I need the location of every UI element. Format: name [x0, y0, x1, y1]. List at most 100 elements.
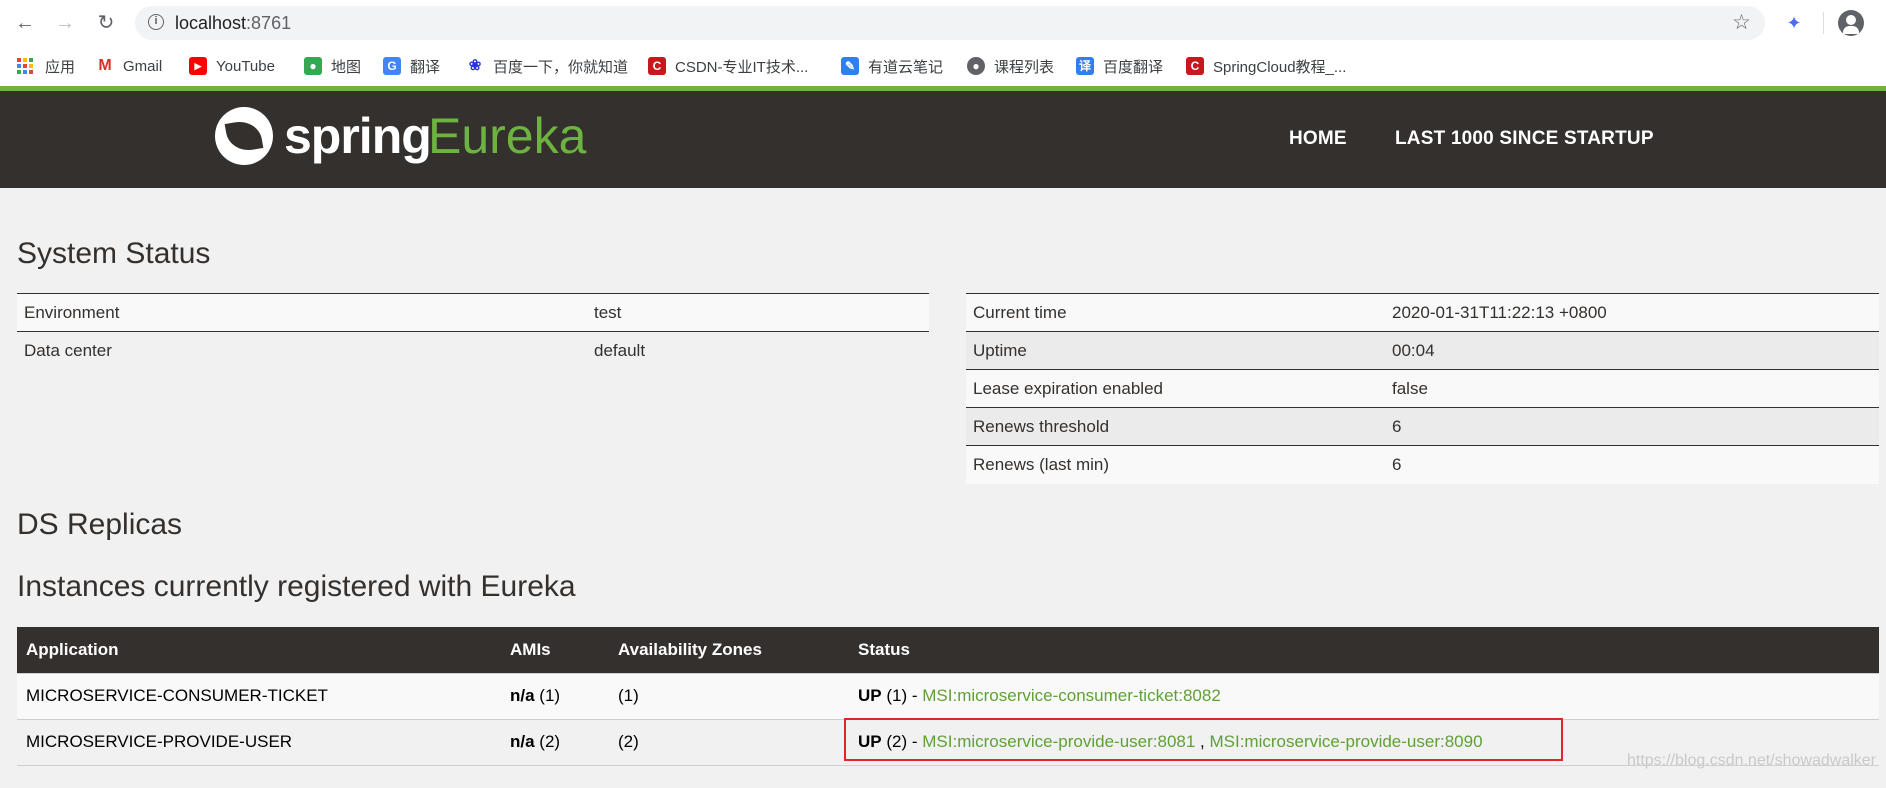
youtube-icon: ▶: [189, 57, 207, 75]
amis-count: (2): [539, 732, 561, 751]
status-value: test: [587, 293, 929, 332]
table-row: Data center default: [17, 331, 929, 370]
bookmark-star-icon[interactable]: ☆: [1732, 10, 1751, 35]
status-value: 6: [1385, 445, 1879, 484]
bookmark-label: 有道云笔记: [868, 58, 944, 76]
status-cell: UP (1) - MSI:microservice-consumer-ticke…: [849, 672, 1879, 719]
bookmark-gmail[interactable]: M Gmail: [96, 55, 162, 77]
column-header-application: Application: [17, 627, 501, 673]
status-value: false: [1385, 369, 1879, 408]
baidu-icon: ❀: [466, 57, 484, 75]
status-up: UP: [858, 686, 882, 705]
zones-cell: (1): [609, 672, 849, 719]
instance-link[interactable]: MSI:microservice-consumer-ticket:8082: [922, 686, 1221, 705]
bookmark-label: Gmail: [123, 57, 163, 75]
status-key: Current time: [966, 293, 1385, 332]
bookmark-course-list[interactable]: ● 课程列表: [967, 55, 1054, 77]
status-value: 00:04: [1385, 331, 1879, 370]
bookmark-baidu-translate[interactable]: 译 百度翻译: [1076, 55, 1163, 77]
watermark-text: https://blog.csdn.net/showadwalker: [1626, 752, 1876, 769]
info-icon[interactable]: i: [148, 14, 164, 30]
column-header-zones: Availability Zones: [609, 627, 849, 673]
system-status-title: System Status: [17, 237, 211, 270]
status-key: Environment: [17, 293, 587, 332]
csdn-icon: C: [648, 57, 666, 75]
back-arrow-icon[interactable]: ←: [11, 9, 39, 37]
bookmark-youdao-note[interactable]: ✎ 有道云笔记: [841, 55, 943, 77]
gmail-icon: M: [96, 57, 114, 75]
browser-toolbar: ← → ↻ i localhost:8761 ☆ ✦: [0, 0, 1886, 46]
application-name: MICROSERVICE-CONSUMER-TICKET: [17, 672, 501, 719]
nav-last1000-link[interactable]: LAST 1000 SINCE STARTUP: [1395, 128, 1654, 150]
bookmark-label: 翻译: [410, 58, 441, 76]
table-row: Renews (last min) 6: [966, 445, 1879, 484]
bookmark-label: CSDN-专业IT技术...: [675, 58, 809, 76]
column-header-amis: AMIs: [501, 627, 609, 673]
bookmarks-bar: 应用 M Gmail ▶ YouTube ● 地图 G 翻译 ❀ 百度一下，你就…: [0, 46, 1886, 86]
bookmark-maps[interactable]: ● 地图: [304, 55, 361, 77]
spring-leaf-logo-icon[interactable]: [215, 107, 273, 165]
instances-title: Instances currently registered with Eure…: [17, 570, 576, 603]
bookmark-label: 课程列表: [994, 58, 1055, 76]
table-row: MICROSERVICE-CONSUMER-TICKET n/a (1) (1)…: [17, 672, 1879, 719]
amis-cell: n/a (1): [501, 672, 609, 719]
bookmark-apps[interactable]: 应用: [17, 55, 75, 77]
status-key: Uptime: [966, 331, 1385, 370]
status-value: 2020-01-31T11:22:13 +0800: [1385, 293, 1879, 332]
status-key: Lease expiration enabled: [966, 369, 1385, 408]
bookmark-label: SpringCloud教程_...: [1213, 58, 1347, 76]
column-header-status: Status: [849, 627, 1879, 673]
system-status-right-table: Current time 2020-01-31T11:22:13 +0800 U…: [966, 293, 1879, 484]
status-key: Data center: [17, 331, 587, 370]
table-row: Renews threshold 6: [966, 407, 1879, 446]
baidu-translate-icon: 译: [1076, 57, 1094, 75]
amis-count: (1): [539, 686, 561, 705]
nav-home-link[interactable]: HOME: [1289, 128, 1347, 150]
reload-icon[interactable]: ↻: [92, 9, 120, 37]
bookmark-label: 百度一下，你就知道: [493, 58, 629, 76]
brand-spring[interactable]: spring: [284, 107, 432, 165]
csdn-icon: C: [1186, 57, 1204, 75]
system-status-left-table: Environment test Data center default: [17, 293, 929, 370]
globe-icon: ●: [967, 57, 985, 75]
forward-arrow-icon[interactable]: →: [51, 9, 79, 37]
status-value: 6: [1385, 407, 1879, 446]
table-row: Current time 2020-01-31T11:22:13 +0800: [966, 293, 1879, 332]
brand-eureka[interactable]: Eureka: [428, 107, 586, 165]
amis-cell: n/a (2): [501, 718, 609, 766]
table-row: Lease expiration enabled false: [966, 369, 1879, 408]
url-port: :8761: [246, 13, 292, 33]
bookmark-springcloud[interactable]: C SpringCloud教程_...: [1186, 55, 1346, 77]
youdao-note-icon: ✎: [841, 57, 859, 75]
bookmark-label: YouTube: [216, 57, 275, 75]
extension-icon[interactable]: ✦: [1782, 11, 1806, 35]
table-header-row: Application AMIs Availability Zones Stat…: [17, 627, 1879, 673]
url-host: localhost: [175, 13, 247, 33]
eureka-navbar: spring Eureka HOME LAST 1000 SINCE START…: [0, 91, 1886, 188]
table-row: Environment test: [17, 293, 929, 332]
apps-icon: [17, 58, 33, 74]
application-name: MICROSERVICE-PROVIDE-USER: [17, 718, 501, 766]
status-key: Renews (last min): [966, 445, 1385, 484]
bookmark-youtube[interactable]: ▶ YouTube: [189, 55, 275, 77]
translate-icon: G: [383, 57, 401, 75]
amis-na: n/a: [510, 732, 535, 751]
zones-cell: (2): [609, 718, 849, 766]
bookmark-translate[interactable]: G 翻译: [383, 55, 440, 77]
amis-na: n/a: [510, 686, 535, 705]
highlight-annotation-box: [844, 718, 1563, 761]
status-value: default: [587, 331, 929, 370]
bookmark-label: 百度翻译: [1103, 58, 1164, 76]
ds-replicas-title: DS Replicas: [17, 508, 183, 541]
profile-avatar-icon[interactable]: [1838, 10, 1864, 36]
bookmark-csdn[interactable]: C CSDN-专业IT技术...: [648, 55, 808, 77]
url-text[interactable]: localhost:8761: [175, 13, 291, 34]
bookmark-baidu[interactable]: ❀ 百度一下，你就知道: [466, 55, 628, 77]
maps-icon: ●: [304, 57, 322, 75]
toolbar-divider: [1823, 12, 1824, 34]
table-row: Uptime 00:04: [966, 331, 1879, 370]
bookmark-label: 应用: [45, 58, 76, 76]
status-count: (1) -: [886, 686, 918, 705]
address-bar[interactable]: i localhost:8761 ☆: [135, 6, 1765, 40]
status-key: Renews threshold: [966, 407, 1385, 446]
